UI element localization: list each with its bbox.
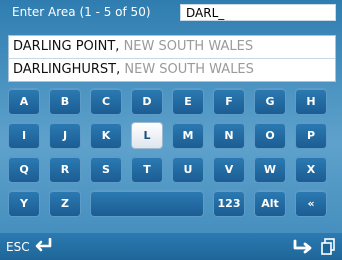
back-arrow-icon <box>34 237 52 257</box>
key-q[interactable]: Q <box>8 156 40 183</box>
key-t[interactable]: T <box>131 156 163 183</box>
alt-key[interactable]: Alt <box>254 190 286 217</box>
key-l-selected[interactable]: L <box>131 122 163 149</box>
area-entry-screen: Enter Area (1 - 5 of 50) DARL_ DARLING P… <box>0 0 342 260</box>
key-v[interactable]: V <box>213 156 245 183</box>
key-a[interactable]: A <box>8 88 40 115</box>
key-z[interactable]: Z <box>49 190 81 217</box>
list-item[interactable]: DARLINGHURST, NEW SOUTH WALES <box>9 58 335 80</box>
key-e[interactable]: E <box>172 88 204 115</box>
key-y[interactable]: Y <box>8 190 40 217</box>
key-s[interactable]: S <box>90 156 122 183</box>
key-g[interactable]: G <box>254 88 286 115</box>
area-search-input[interactable]: DARL_ <box>180 4 336 21</box>
key-n[interactable]: N <box>213 122 245 149</box>
backspace-key[interactable]: « <box>295 190 327 217</box>
area-count-label: Enter Area (1 - 5 of 50) <box>12 5 151 19</box>
key-i[interactable]: I <box>8 122 40 149</box>
numbers-key[interactable]: 123 <box>213 190 245 217</box>
result-state: NEW SOUTH WALES <box>120 62 254 77</box>
on-screen-keyboard: A B C D E F G H I J K L M N O P Q R S T … <box>8 88 340 228</box>
key-o[interactable]: O <box>254 122 286 149</box>
results-list: DARLING POINT, NEW SOUTH WALES DARLINGHU… <box>8 35 336 82</box>
key-d[interactable]: D <box>131 88 163 115</box>
key-f[interactable]: F <box>213 88 245 115</box>
key-m[interactable]: M <box>172 122 204 149</box>
key-k[interactable]: K <box>90 122 122 149</box>
forward-arrow-icon[interactable] <box>292 237 316 257</box>
key-u[interactable]: U <box>172 156 204 183</box>
pages-icon[interactable] <box>318 237 338 257</box>
key-x[interactable]: X <box>295 156 327 183</box>
space-key[interactable] <box>90 190 204 217</box>
result-suburb: DARLINGHURST <box>13 62 117 77</box>
key-w[interactable]: W <box>254 156 286 183</box>
esc-button[interactable]: ESC <box>6 237 52 257</box>
key-r[interactable]: R <box>49 156 81 183</box>
key-j[interactable]: J <box>49 122 81 149</box>
header: Enter Area (1 - 5 of 50) DARL_ <box>8 3 336 21</box>
key-p[interactable]: P <box>295 122 327 149</box>
key-c[interactable]: C <box>90 88 122 115</box>
footer-bar: ESC <box>0 233 342 260</box>
result-suburb: DARLING POINT <box>13 39 116 54</box>
esc-label: ESC <box>6 240 30 254</box>
key-b[interactable]: B <box>49 88 81 115</box>
list-item[interactable]: DARLING POINT, NEW SOUTH WALES <box>9 36 335 58</box>
result-state: NEW SOUTH WALES <box>119 39 254 54</box>
key-h[interactable]: H <box>295 88 327 115</box>
